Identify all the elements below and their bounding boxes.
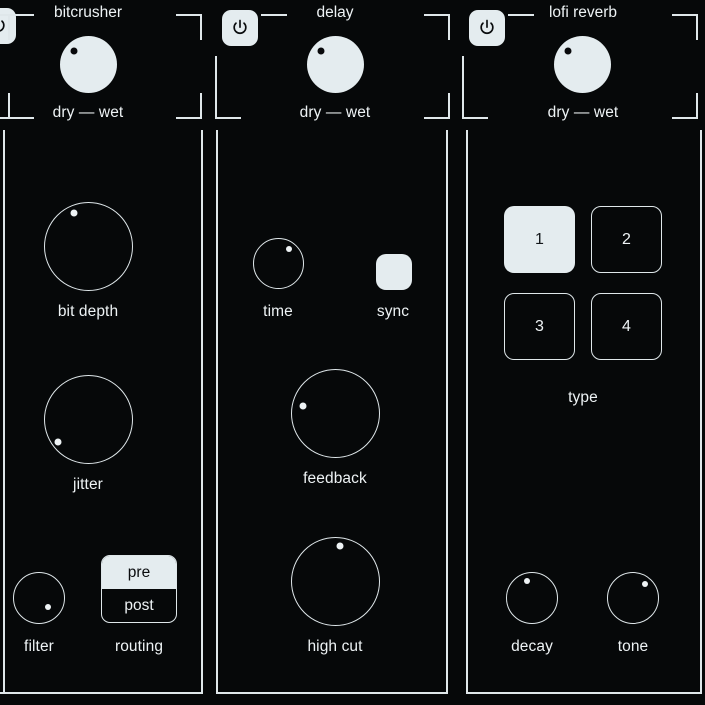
label-decay: decay [511,638,553,655]
type-button-2[interactable]: 2 [591,206,662,273]
label-bit-depth: bit depth [57,303,119,320]
header-corner-right-upper [200,14,202,40]
knob-indicator [299,402,307,410]
knob-indicator [524,577,530,584]
header-corner-left-lower [215,56,217,119]
header-corner-right-lower [200,93,202,119]
knob-indicator [317,47,325,55]
header-corner-top-right [672,14,698,16]
panel-edge-left [3,130,5,694]
knob-decay[interactable] [506,572,558,624]
knob-indicator [641,581,648,587]
label-drywet-delay: dry — wet [299,104,371,121]
knob-indicator [564,47,572,55]
header-corner-top-left [508,14,534,16]
header-corner-bottom-left [215,117,241,119]
panel-edge-right [446,130,448,694]
header-corner-left-lower [462,56,464,119]
panel-edge-bottom [3,692,203,694]
header-corner-right-upper [448,14,450,40]
switch-option-pre[interactable]: pre [102,556,176,589]
label-feedback: feedback [303,470,367,487]
knob-tone[interactable] [607,572,659,624]
panel-title-bitcrusher: bitcrusher [53,4,123,21]
knob-indicator [286,246,293,253]
knob-indicator [336,542,344,550]
label-time: time [263,303,293,320]
panel-title-delay: delay [316,4,354,21]
plugin-rack: bitcrusher dry — wet bit depth jitter fi… [0,0,705,705]
header-corner-right-lower [448,93,450,119]
knob-indicator [70,47,78,55]
knob-indicator [45,604,51,610]
header-corner-bottom-right [672,117,698,119]
label-filter: filter [24,638,54,655]
type-button-4[interactable]: 4 [591,293,662,360]
header-corner-bottom-right [424,117,450,119]
switch-option-post[interactable]: post [102,589,176,622]
panel-title-reverb: lofi reverb [548,4,618,21]
label-sync: sync [376,303,410,320]
knob-indicator [54,438,62,446]
type-button-3[interactable]: 3 [504,293,575,360]
header-corner-right-lower [696,93,698,119]
panel-edge-right [201,130,203,694]
label-drywet-bitcrusher: dry — wet [52,104,124,121]
panel-box-reverb [466,130,702,694]
header-corner-bottom-left [462,117,488,119]
knob-bit-depth[interactable] [44,202,133,291]
panel-edge-bottom [466,692,702,694]
label-type: type [568,389,598,406]
knob-drywet-bitcrusher[interactable] [60,36,117,93]
knob-filter[interactable] [13,572,65,624]
knob-drywet-reverb[interactable] [554,36,611,93]
label-high-cut: high cut [307,638,363,655]
header-corner-left-lower [8,93,10,119]
panel-edge-left [466,130,468,694]
knob-indicator [70,209,78,217]
knob-feedback[interactable] [291,369,380,458]
header-corner-right-upper [696,14,698,40]
header-corner-left-upper [8,14,10,40]
label-routing: routing [114,638,164,655]
panel-edge-bottom [216,692,448,694]
knob-drywet-delay[interactable] [307,36,364,93]
header-corner-bottom-left [8,117,34,119]
type-button-1[interactable]: 1 [504,206,575,273]
knob-jitter[interactable] [44,375,133,464]
panel-edge-left [216,130,218,694]
header-corner-top-left [8,14,34,16]
panel-edge-right [700,130,702,694]
header-corner-bottom-right [176,117,202,119]
header-corner-top-right [176,14,202,16]
switch-routing[interactable]: pre post [101,555,177,623]
knob-time[interactable] [253,238,304,289]
label-jitter: jitter [73,476,103,493]
toggle-sync[interactable] [376,254,412,290]
header-corner-top-right [424,14,450,16]
label-drywet-reverb: dry — wet [547,104,619,121]
knob-high-cut[interactable] [291,537,380,626]
label-tone: tone [617,638,649,655]
header-corner-top-left [261,14,287,16]
